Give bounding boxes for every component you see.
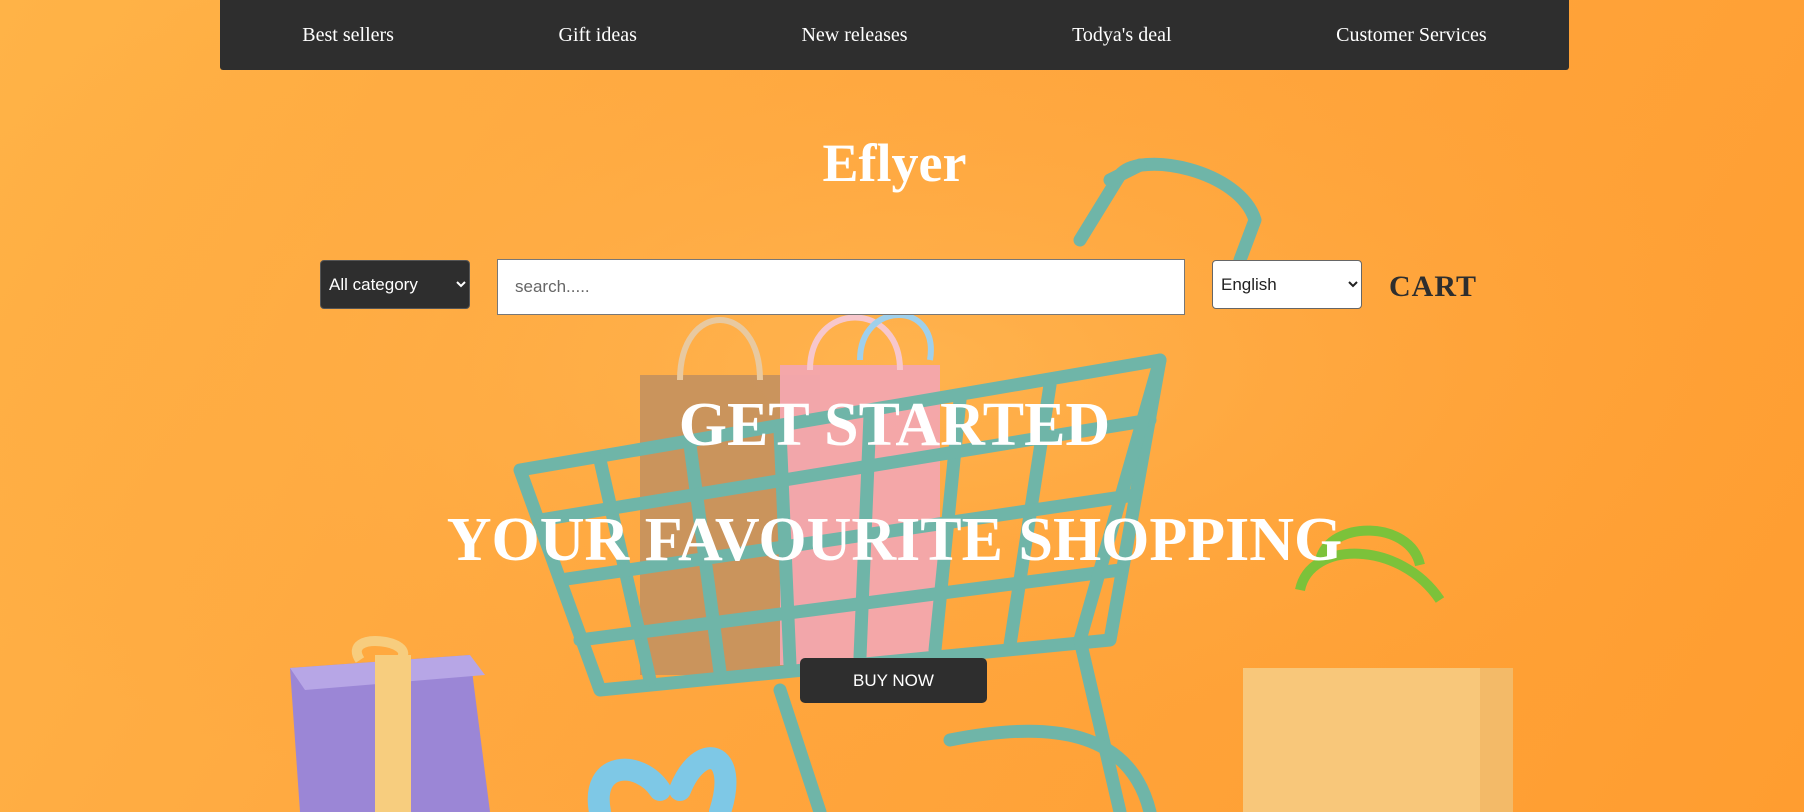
- nav-link-gift-ideas[interactable]: Gift ideas: [549, 24, 647, 47]
- search-input[interactable]: [497, 259, 1185, 315]
- top-navigation: Best sellers Gift ideas New releases Tod…: [220, 0, 1569, 70]
- brand-logo[interactable]: Eflyer: [0, 132, 1789, 194]
- hero-heading-line-2: YOUR FAVOURITE SHOPPING: [446, 506, 1343, 574]
- buy-now-button[interactable]: BUY NOW: [800, 658, 987, 703]
- nav-link-customer-services[interactable]: Customer Services: [1326, 24, 1497, 47]
- nav-link-todays-deal[interactable]: Todya's deal: [1062, 24, 1181, 47]
- hero-heading-line-1: GET STARTED: [678, 391, 1111, 459]
- nav-link-new-releases[interactable]: New releases: [791, 24, 917, 47]
- category-dropdown[interactable]: All category: [320, 260, 470, 309]
- cart-link[interactable]: CART: [1389, 270, 1477, 304]
- language-dropdown[interactable]: English: [1212, 260, 1362, 309]
- gift-box-icon: [290, 636, 490, 812]
- nav-link-best-sellers[interactable]: Best sellers: [292, 24, 404, 47]
